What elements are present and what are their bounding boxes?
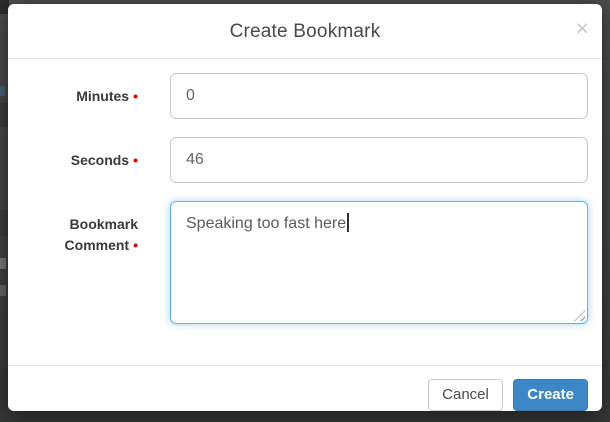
bookmark-comment-label: Bookmark Comment• [8,201,138,324]
backdrop-artifact [0,258,6,269]
minutes-row: Minutes• [8,73,588,119]
bookmark-comment-label-text: Bookmark Comment [65,216,138,253]
minutes-control [170,73,588,119]
seconds-label: Seconds• [8,137,138,183]
required-dot: • [133,88,138,104]
seconds-label-text: Seconds [71,152,129,168]
seconds-control [170,137,588,183]
seconds-row: Seconds• [8,137,588,183]
backdrop-artifact [0,86,5,96]
minutes-label-text: Minutes [76,88,129,104]
required-dot: • [133,152,138,168]
bookmark-comment-row: Bookmark Comment• Speaking too fast here [8,201,588,324]
screen-backdrop: Create Bookmark × Minutes• Seconds• Book… [0,0,610,422]
backdrop-artifact [0,285,6,296]
bookmark-comment-text: Speaking too fast here [186,215,346,232]
minutes-label: Minutes• [8,73,138,119]
dialog-title: Create Bookmark [8,4,602,59]
create-button[interactable]: Create [513,379,588,411]
dialog-body: Minutes• Seconds• Bookmark Comment• Spea… [8,59,602,365]
create-bookmark-dialog: Create Bookmark × Minutes• Seconds• Book… [8,4,602,411]
close-icon[interactable]: × [576,17,589,40]
resize-handle-icon[interactable] [574,310,585,321]
seconds-input[interactable] [170,137,588,183]
dialog-footer: Cancel Create [8,365,602,411]
minutes-input[interactable] [170,73,588,119]
bookmark-comment-control: Speaking too fast here [170,201,588,324]
required-dot: • [133,237,138,253]
cancel-button[interactable]: Cancel [428,379,503,411]
dialog-header: Create Bookmark × [8,4,602,59]
bookmark-comment-textarea[interactable]: Speaking too fast here [170,201,588,324]
text-caret [347,213,349,232]
